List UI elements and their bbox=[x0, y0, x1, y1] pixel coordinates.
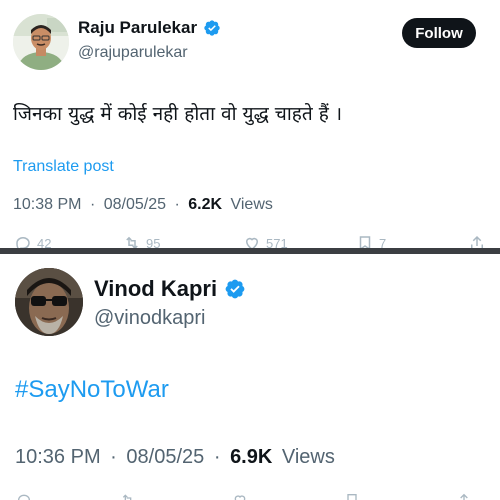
reply-action[interactable]: 42 bbox=[14, 234, 51, 248]
post-card-2: Vinod Kapri @vinodkapri #SayNoToWar 10:3… bbox=[0, 254, 500, 500]
author-name[interactable]: Raju Parulekar bbox=[78, 18, 197, 38]
verified-badge-icon bbox=[224, 278, 246, 300]
views-count: 6.2K bbox=[188, 196, 223, 213]
author-name-row: Raju Parulekar bbox=[78, 18, 221, 38]
author-handle[interactable]: @rajuparulekar bbox=[78, 44, 188, 62]
avatar[interactable] bbox=[13, 14, 69, 70]
translate-post-link[interactable]: Translate post bbox=[13, 158, 114, 176]
post-text: जिनका युद्ध में कोई नही होता वो युद्ध चा… bbox=[13, 103, 343, 125]
share-icon bbox=[471, 235, 483, 248]
avatar[interactable] bbox=[15, 268, 83, 336]
reply-action[interactable] bbox=[16, 492, 37, 500]
screenshot-collage: Raju Parulekar @rajuparulekar Follow जिन… bbox=[0, 0, 500, 500]
views-count: 6.9K bbox=[230, 446, 273, 468]
reply-icon bbox=[17, 494, 31, 500]
bookmark-action[interactable]: 7 bbox=[356, 234, 386, 248]
repost-count: 95 bbox=[146, 235, 161, 249]
post-date[interactable]: 08/05/25 bbox=[104, 196, 166, 213]
reply-icon bbox=[16, 236, 30, 248]
bookmark-action[interactable] bbox=[344, 492, 365, 500]
like-action[interactable]: 571 bbox=[243, 234, 288, 248]
meta-separator: · bbox=[213, 446, 221, 468]
repost-icon bbox=[122, 494, 132, 500]
bookmark-icon bbox=[359, 236, 371, 248]
action-bar bbox=[0, 492, 500, 500]
meta-separator: · bbox=[174, 196, 180, 213]
share-action[interactable] bbox=[456, 492, 477, 500]
author-name-row: Vinod Kapri bbox=[94, 276, 246, 302]
views-label: Views bbox=[281, 446, 335, 468]
post-time[interactable]: 10:38 PM bbox=[13, 196, 81, 213]
repost-action[interactable]: 95 bbox=[123, 234, 160, 248]
bookmark-icon bbox=[347, 494, 357, 500]
verified-badge-icon bbox=[203, 19, 221, 37]
share-icon bbox=[460, 493, 468, 500]
like-count: 571 bbox=[266, 235, 288, 249]
author-handle[interactable]: @vinodkapri bbox=[94, 307, 205, 330]
repost-action[interactable] bbox=[120, 492, 141, 500]
follow-button[interactable]: Follow bbox=[402, 18, 476, 48]
meta-separator: · bbox=[110, 446, 117, 468]
post-time[interactable]: 10:36 PM bbox=[15, 446, 101, 468]
share-action[interactable] bbox=[468, 234, 491, 248]
bookmark-count: 7 bbox=[379, 235, 387, 249]
views-label: Views bbox=[230, 196, 273, 213]
like-icon bbox=[234, 495, 246, 500]
author-name[interactable]: Vinod Kapri bbox=[94, 276, 217, 302]
repost-icon bbox=[126, 236, 138, 248]
post-meta: 10:38 PM · 08/05/25 · 6.2K Views bbox=[13, 196, 273, 214]
like-action[interactable] bbox=[232, 492, 253, 500]
meta-separator: · bbox=[89, 196, 96, 213]
reply-count: 42 bbox=[37, 235, 52, 249]
post-card-1: Raju Parulekar @rajuparulekar Follow जिन… bbox=[0, 0, 500, 248]
post-meta: 10:36 PM · 08/05/25 · 6.9K Views bbox=[15, 446, 335, 469]
like-icon bbox=[245, 237, 259, 248]
action-bar: 42 95 571 7 bbox=[0, 234, 500, 248]
post-date[interactable]: 08/05/25 bbox=[126, 446, 204, 468]
hashtag-link[interactable]: #SayNoToWar bbox=[15, 376, 169, 404]
